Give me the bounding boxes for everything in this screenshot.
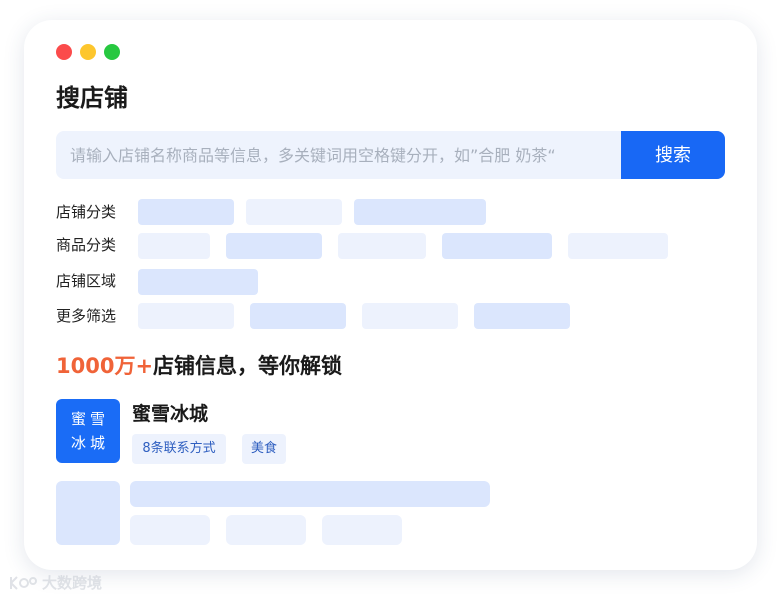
more-filters-option[interactable] [138,303,234,329]
window-close-dot[interactable] [56,44,72,60]
product-category-option[interactable] [568,233,668,259]
shop-category-option[interactable] [246,199,342,225]
search-bar: 搜索 [56,131,725,179]
unlock-count: 1000万+ [56,354,154,378]
search-button[interactable]: 搜索 [621,131,725,179]
unlock-banner: 1000万+店铺信息，等你解锁 [56,352,342,380]
product-category-option[interactable] [338,233,426,259]
more-filters-option[interactable] [250,303,346,329]
shop-category-option[interactable] [138,199,234,225]
more-filters-label: 更多筛选 [56,307,117,325]
skeleton-logo [56,481,120,545]
page-title: 搜店铺 [56,84,128,112]
contact-count-tag[interactable]: 8条联系方式 [132,434,226,464]
watermark: 大数跨境 [8,572,102,593]
shop-region-option[interactable] [138,269,258,295]
shop-logo[interactable]: 蜜雪 冰城 [56,399,120,463]
shop-logo-line2: 冰城 [70,434,109,452]
shop-logo-line1: 蜜雪 [70,410,109,428]
product-category-label: 商品分类 [56,236,117,254]
shop-name[interactable]: 蜜雪冰城 [132,402,208,426]
product-category-option[interactable] [138,233,210,259]
more-filters-option[interactable] [474,303,570,329]
watermark-logo-icon [10,575,37,590]
unlock-text: 店铺信息，等你解锁 [153,354,343,378]
product-category-option[interactable] [226,233,322,259]
watermark-text: 大数跨境 [42,574,103,592]
shop-region-label: 店铺区域 [56,272,117,290]
more-filters-option[interactable] [362,303,458,329]
skeleton-tag [226,515,306,545]
window-maximize-dot[interactable] [104,44,120,60]
skeleton-tag [322,515,402,545]
skeleton-tag [130,515,210,545]
shop-category-label: 店铺分类 [56,203,117,221]
search-input[interactable] [56,131,621,179]
shop-category-option[interactable] [354,199,486,225]
window-minimize-dot[interactable] [80,44,96,60]
category-tag: 美食 [242,434,286,464]
product-category-option[interactable] [442,233,552,259]
skeleton-title [130,481,490,507]
